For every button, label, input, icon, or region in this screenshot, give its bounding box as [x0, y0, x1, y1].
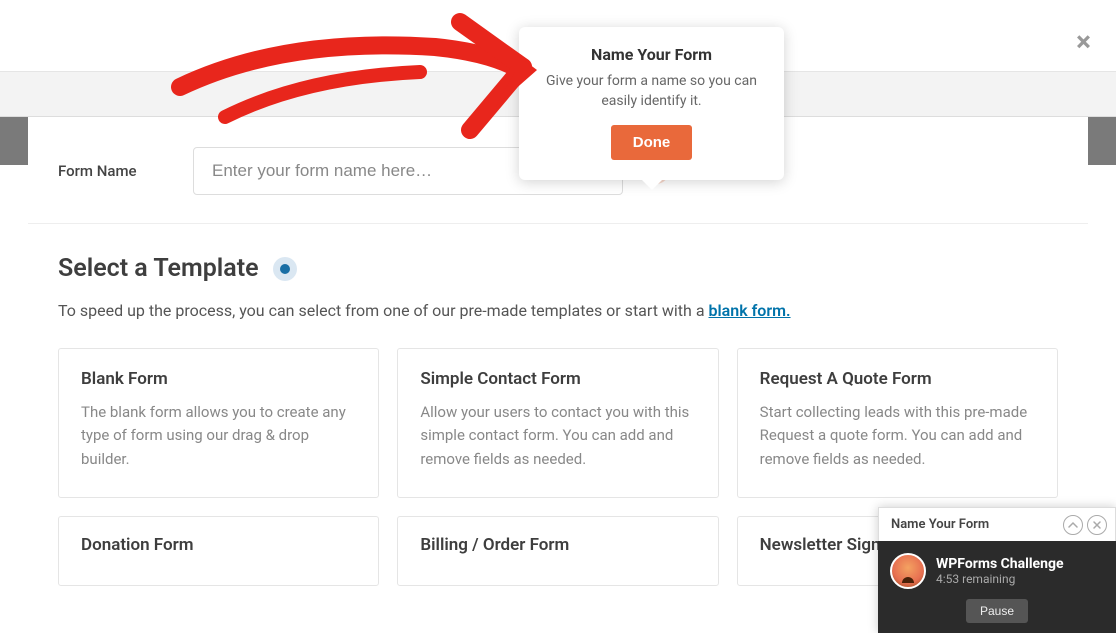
name-form-popover: Name Your Form Give your form a name so … — [519, 27, 784, 180]
template-card-donation[interactable]: Donation Form — [58, 516, 379, 586]
template-card-desc: Start collecting leads with this pre-mad… — [760, 401, 1035, 471]
template-card-title: Blank Form — [81, 369, 356, 389]
template-card-billing[interactable]: Billing / Order Form — [397, 516, 718, 586]
template-heading-row: Select a Template — [58, 254, 1058, 283]
popover-description: Give your form a name so you can easily … — [537, 72, 766, 111]
template-card-blank[interactable]: Blank Form The blank form allows you to … — [58, 348, 379, 498]
template-card-title: Donation Form — [81, 535, 356, 555]
template-card-title: Simple Contact Form — [420, 369, 695, 389]
template-desc-text: To speed up the process, you can select … — [58, 301, 709, 320]
challenge-info-row: WPForms Challenge 4:53 remaining — [890, 553, 1104, 589]
template-card-request-quote[interactable]: Request A Quote Form Start collecting le… — [737, 348, 1058, 498]
popover-title: Name Your Form — [537, 45, 766, 64]
template-card-desc: Allow your users to contact you with thi… — [420, 401, 695, 471]
popover-done-button[interactable]: Done — [611, 125, 693, 160]
template-card-title: Billing / Order Form — [420, 535, 695, 555]
template-card-title: Request A Quote Form — [760, 369, 1035, 389]
challenge-close-icon[interactable] — [1087, 515, 1107, 535]
challenge-header: Name Your Form — [878, 507, 1116, 541]
template-hint-dot-icon[interactable] — [273, 257, 297, 281]
challenge-body: WPForms Challenge 4:53 remaining Pause — [878, 541, 1116, 633]
template-heading: Select a Template — [58, 254, 259, 283]
challenge-widget: Name Your Form WPForms Challenge 4:53 re… — [878, 507, 1116, 633]
form-name-label: Form Name — [58, 162, 193, 180]
template-card-desc: The blank form allows you to create any … — [81, 401, 356, 471]
challenge-title: WPForms Challenge — [936, 556, 1064, 572]
close-icon[interactable]: × — [1076, 25, 1091, 58]
challenge-pause-button[interactable]: Pause — [966, 599, 1028, 623]
blank-form-link[interactable]: blank form. — [709, 301, 791, 320]
challenge-collapse-icon[interactable] — [1063, 515, 1083, 535]
challenge-time-remaining: 4:53 remaining — [936, 572, 1064, 586]
template-description: To speed up the process, you can select … — [58, 301, 1058, 320]
template-card-simple-contact[interactable]: Simple Contact Form Allow your users to … — [397, 348, 718, 498]
challenge-mascot-icon — [890, 553, 926, 589]
challenge-header-label: Name Your Form — [891, 517, 989, 532]
